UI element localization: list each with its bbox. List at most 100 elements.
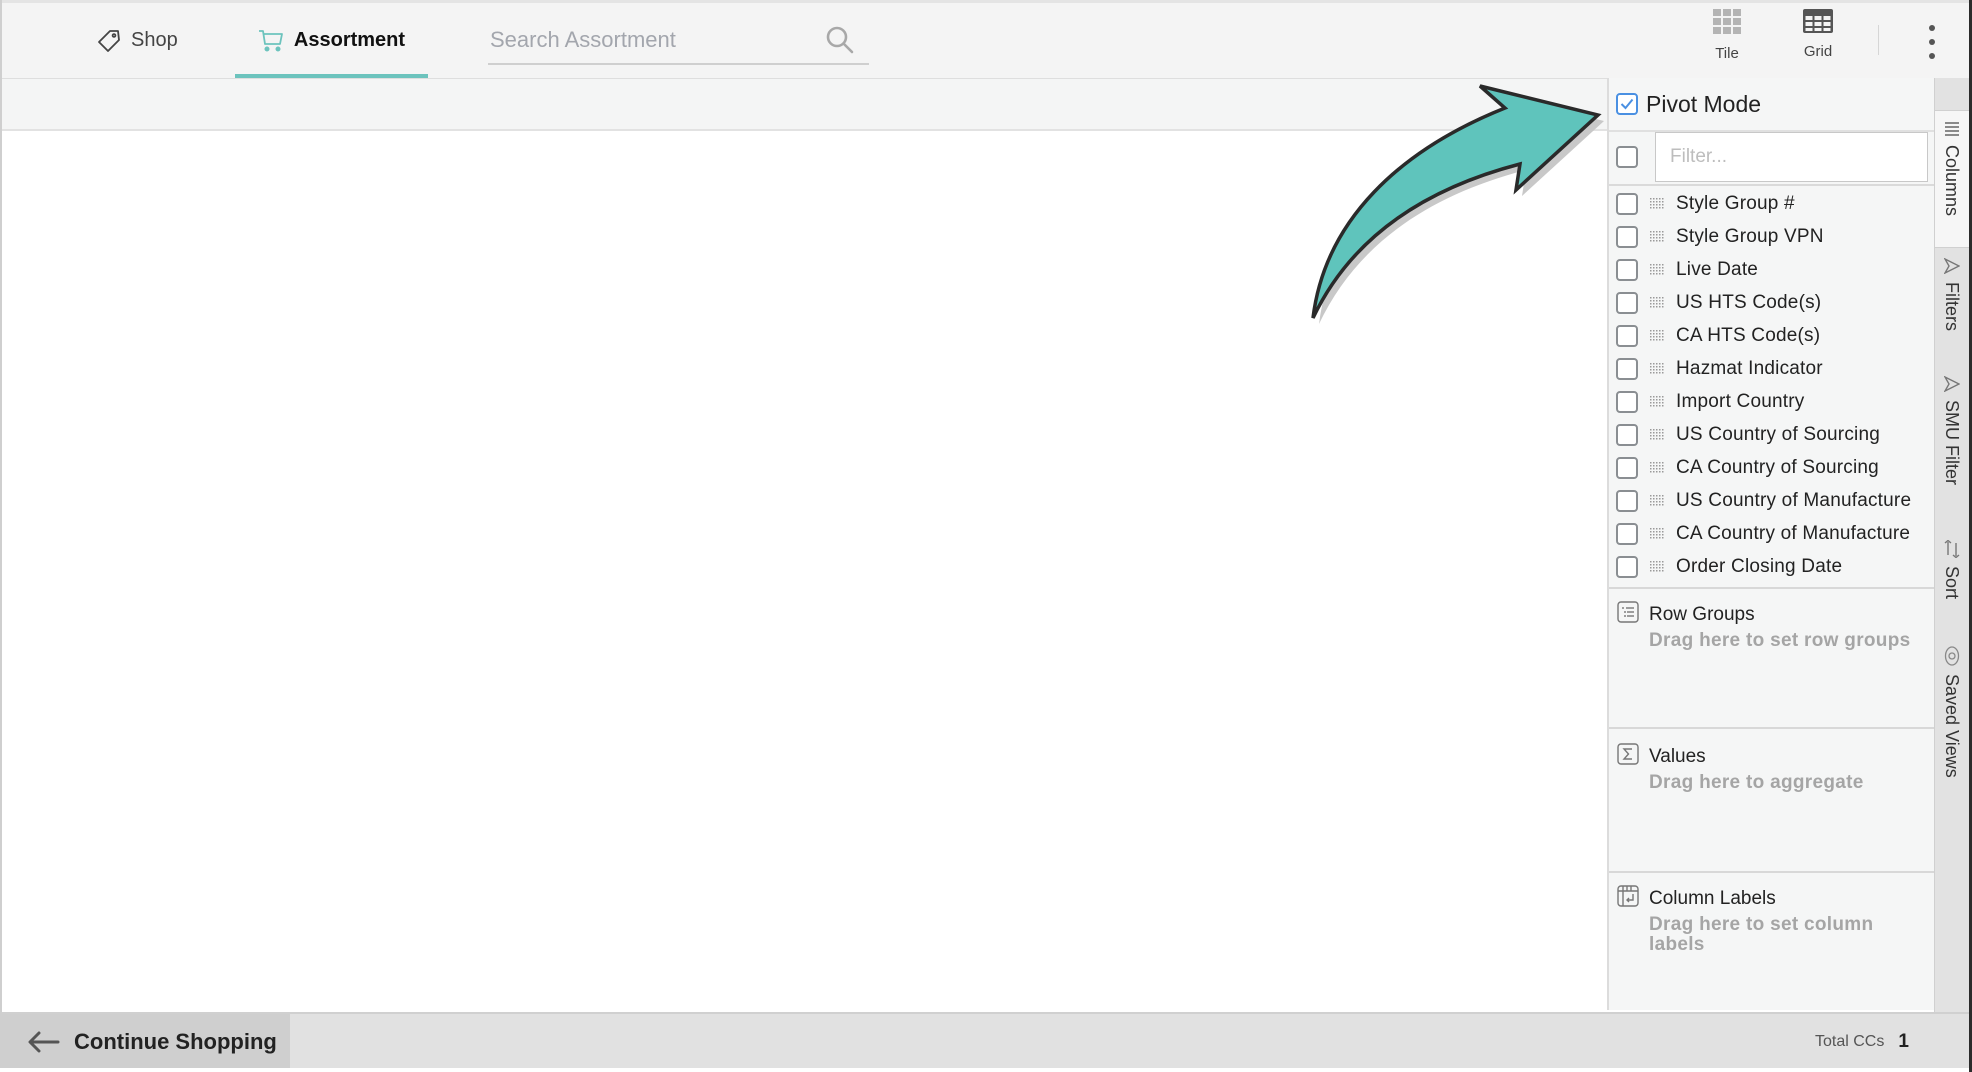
column-name: US Country of Manufacture — [1676, 489, 1912, 511]
drag-handle-icon[interactable] — [1650, 428, 1664, 441]
total-ccs-label: Total CCs — [1815, 1033, 1885, 1050]
pivot-mode-toggle[interactable]: Pivot Mode — [1609, 78, 1934, 132]
total-ccs: Total CCs 1 — [1815, 1014, 1909, 1070]
eye-icon — [1944, 646, 1960, 666]
column-item[interactable]: Hazmat Indicator — [1609, 352, 1934, 385]
continue-shopping-button[interactable]: Continue Shopping — [2, 1014, 290, 1070]
tag-icon — [97, 29, 121, 53]
column-checkbox[interactable] — [1616, 357, 1638, 380]
column-checkbox[interactable] — [1616, 258, 1638, 281]
column-name: Import Country — [1676, 390, 1805, 412]
column-name: Style Group VPN — [1676, 225, 1824, 247]
header-divider — [1878, 25, 1879, 55]
filter-icon — [1943, 258, 1960, 274]
drag-handle-icon[interactable] — [1650, 395, 1664, 408]
column-name: CA Country of Sourcing — [1676, 456, 1879, 478]
column-name: Style Group # — [1676, 192, 1795, 214]
column-item[interactable]: US HTS Code(s) — [1609, 286, 1934, 319]
column-item[interactable]: Style Group VPN — [1609, 220, 1934, 253]
values-hint: Drag here to aggregate — [1649, 772, 1864, 793]
column-name: US Country of Sourcing — [1676, 423, 1880, 445]
drag-handle-icon[interactable] — [1650, 263, 1664, 276]
pivot-mode-checkbox[interactable] — [1616, 93, 1638, 115]
search-icon[interactable] — [825, 25, 855, 60]
drag-handle-icon[interactable] — [1650, 230, 1664, 243]
sort-icon — [1944, 540, 1960, 558]
drag-handle-icon[interactable] — [1650, 461, 1664, 474]
side-bar-tabs: Columns Filters SMU Filter Sort Saved Vi… — [1934, 78, 1970, 1012]
sigma-icon — [1617, 743, 1639, 770]
column-filter-input[interactable] — [1655, 132, 1928, 182]
column-checkbox[interactable] — [1616, 423, 1638, 446]
footer-bar: Continue Shopping Total CCs 1 — [2, 1012, 1969, 1070]
column-name: US HTS Code(s) — [1676, 291, 1822, 313]
column-item[interactable]: CA Country of Sourcing — [1609, 451, 1934, 484]
column-item[interactable]: US Country of Sourcing — [1609, 418, 1934, 451]
column-name: Hazmat Indicator — [1676, 357, 1823, 379]
side-tab-filters[interactable]: Filters — [1935, 258, 1970, 358]
filter-icon — [1943, 376, 1960, 392]
values-title: Values — [1649, 745, 1706, 767]
side-tab-saved-views[interactable]: Saved Views — [1935, 646, 1970, 778]
drag-handle-icon[interactable] — [1650, 197, 1664, 210]
side-tab-sort[interactable]: Sort — [1935, 540, 1970, 610]
column-item[interactable]: Order Closing Date — [1609, 550, 1934, 583]
side-tab-columns[interactable]: Columns — [1935, 110, 1970, 248]
column-checkbox[interactable] — [1616, 225, 1638, 248]
column-checkbox[interactable] — [1616, 522, 1638, 545]
select-all-columns-checkbox[interactable] — [1616, 146, 1638, 168]
columns-icon — [1944, 121, 1960, 137]
drag-handle-icon[interactable] — [1650, 494, 1664, 507]
column-item[interactable]: Style Group # — [1609, 187, 1934, 220]
drag-handle-icon[interactable] — [1650, 329, 1664, 342]
tab-assortment-label: Assortment — [293, 29, 406, 51]
drag-handle-icon[interactable] — [1650, 296, 1664, 309]
tab-shop[interactable]: Shop — [97, 3, 178, 78]
column-checkbox[interactable] — [1616, 555, 1638, 578]
row-groups-drop-zone[interactable]: Row Groups Drag here to set row groups — [1609, 589, 1934, 729]
column-item[interactable]: CA HTS Code(s) — [1609, 319, 1934, 352]
tile-view-button[interactable]: Tile — [1692, 9, 1762, 69]
column-labels-icon — [1617, 885, 1639, 912]
arrow-left-icon — [28, 1031, 60, 1053]
drag-handle-icon[interactable] — [1650, 560, 1664, 573]
values-drop-zone[interactable]: Values Drag here to aggregate — [1609, 731, 1934, 873]
columns-tool-panel: Pivot Mode Style Group # Style Group VPN… — [1607, 78, 1934, 1010]
row-groups-hint: Drag here to set row groups — [1649, 630, 1911, 651]
kebab-menu-icon[interactable] — [1920, 25, 1944, 59]
column-checkbox[interactable] — [1616, 456, 1638, 479]
column-item[interactable]: CA Country of Manufacture — [1609, 517, 1934, 550]
drag-handle-icon[interactable] — [1650, 362, 1664, 375]
search-input[interactable] — [488, 23, 812, 57]
tab-assortment[interactable]: Assortment — [235, 3, 428, 78]
column-name: Order Closing Date — [1676, 555, 1843, 577]
side-tab-sort-label: Sort — [1942, 566, 1962, 600]
top-nav-bar: Shop Assortment Tile — [2, 3, 1969, 79]
column-checkbox[interactable] — [1616, 489, 1638, 512]
grid-toolbar — [2, 79, 1607, 131]
column-list: Style Group # Style Group VPN Live Date … — [1609, 186, 1934, 589]
tile-view-icon — [1713, 9, 1741, 39]
side-tab-smu-filter[interactable]: SMU Filter — [1935, 376, 1970, 506]
tab-shop-label: Shop — [131, 29, 178, 51]
column-name: CA HTS Code(s) — [1676, 324, 1821, 346]
column-labels-drop-zone[interactable]: Column Labels Drag here to set column la… — [1609, 873, 1934, 1010]
grid-view-icon — [1803, 9, 1833, 37]
column-checkbox[interactable] — [1616, 324, 1638, 347]
column-item[interactable]: Live Date — [1609, 253, 1934, 286]
grid-view-button[interactable]: Grid — [1783, 9, 1853, 69]
column-labels-hint: Drag here to set column labels — [1649, 914, 1874, 955]
column-filter-row — [1609, 130, 1934, 186]
side-tab-smu-filter-label: SMU Filter — [1942, 400, 1962, 485]
side-tab-filters-label: Filters — [1942, 282, 1962, 331]
drag-handle-icon[interactable] — [1650, 527, 1664, 540]
column-checkbox[interactable] — [1616, 291, 1638, 314]
checkmark-icon — [1620, 98, 1634, 110]
column-item[interactable]: Import Country — [1609, 385, 1934, 418]
tile-view-label: Tile — [1715, 45, 1739, 62]
continue-shopping-label: Continue Shopping — [74, 1029, 277, 1054]
column-item[interactable]: US Country of Manufacture — [1609, 484, 1934, 517]
column-checkbox[interactable] — [1616, 192, 1638, 215]
column-checkbox[interactable] — [1616, 390, 1638, 413]
cart-icon — [258, 29, 284, 53]
